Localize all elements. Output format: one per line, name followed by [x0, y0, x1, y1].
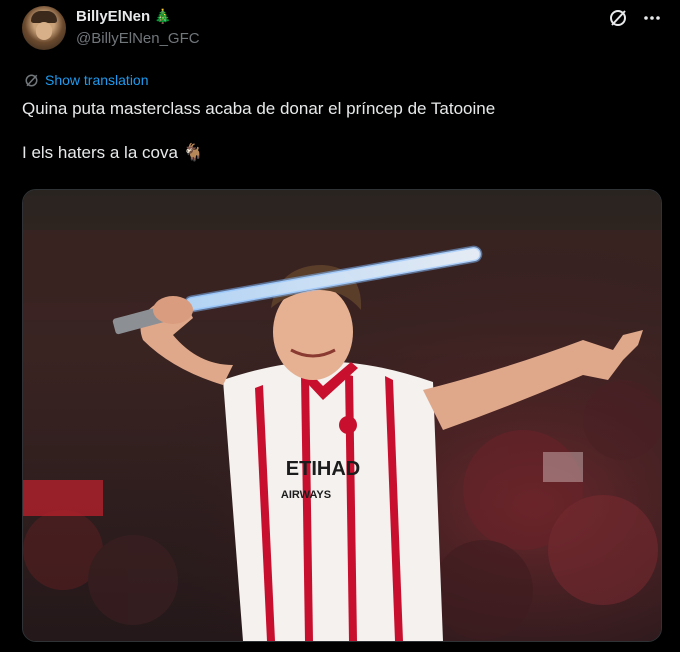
shirt-sponsor-sub: AIRWAYS — [281, 489, 331, 501]
author-name-label[interactable]: BillyElNen — [76, 8, 150, 25]
shirt-sponsor: ETIHAD — [286, 458, 360, 480]
post-line-1: Quina puta masterclass acaba de donar el… — [22, 99, 496, 118]
post-line-2: I els haters a la cova 🐐 — [22, 143, 204, 162]
author-name[interactable]: BillyElNen 🎄 — [76, 8, 172, 25]
slash-circle-icon[interactable] — [608, 8, 628, 28]
author-handle[interactable]: @BillyElNen_GFC — [76, 30, 200, 47]
post-photo[interactable]: ETIHAD AIRWAYS — [22, 189, 662, 642]
show-translation-label[interactable]: Show translation — [45, 72, 149, 88]
slash-circle-icon — [25, 74, 38, 86]
more-icon[interactable] — [642, 8, 662, 28]
show-translation-button[interactable]: Show translation — [24, 72, 149, 88]
player-photo: ETIHAD AIRWAYS — [23, 190, 661, 641]
christmas-tree-badge: 🎄 — [154, 8, 172, 24]
post-text: Quina puta masterclass acaba de donar el… — [22, 98, 652, 164]
avatar[interactable] — [22, 6, 66, 50]
post-header: BillyElNen 🎄 @BillyElNen_GFC — [22, 6, 662, 54]
